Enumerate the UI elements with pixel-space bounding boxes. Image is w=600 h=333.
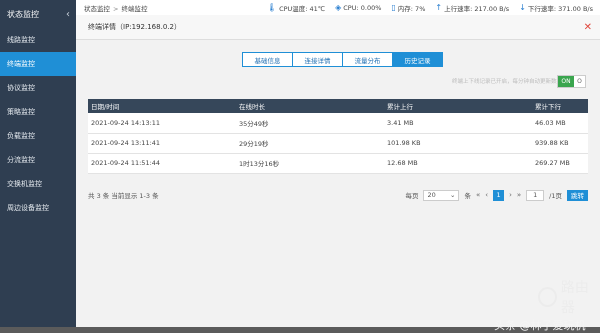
page-number-button[interactable]: 1 (493, 189, 505, 201)
breadcrumb: 状态监控 > 终端监控 (84, 4, 148, 13)
close-icon[interactable]: ✕ (584, 22, 592, 33)
page-input[interactable]: 1 (526, 189, 545, 201)
next-page-icon[interactable]: › (509, 191, 512, 199)
upload-stat: ↑ 上行速率: 217.00 B/s (435, 3, 509, 13)
history-table: 日期/时间 在线时长 累计上行 累计下行 2021-09-24 14:13:11… (88, 99, 588, 174)
pagination: 每页 20 ⌄ 条 « ‹ 1 › » 1 /1页 跳转 (405, 189, 588, 201)
per-page-value: 20 (427, 191, 436, 199)
sidebar-header[interactable]: 状态监控 ‹ (0, 0, 76, 28)
sidebar: 状态监控 ‹ 线路监控 终端监控 协议监控 策略监控 负载监控 分流监控 交换机… (0, 0, 76, 327)
go-button[interactable]: 跳转 (567, 189, 588, 201)
total-pages: /1页 (549, 192, 562, 200)
sidebar-item-label: 分流监控 (7, 156, 35, 164)
cell-duration: 29分19秒 (239, 140, 269, 148)
sidebar-item-line[interactable]: 线路监控 (0, 28, 76, 52)
cpu-value: CPU: 0.00% (343, 3, 382, 12)
arrow-up-icon: ↑ (435, 3, 443, 12)
system-stats: 🌡 CPU温度: 41℃ ◈ CPU: 0.00% ▯ 内存: 7% ↑ 上行速率: 2… (267, 3, 600, 13)
router-logo-icon (538, 287, 557, 307)
watermark-logo-text: 路由器 (560, 280, 589, 316)
cell-duration: 1时13分16秒 (239, 160, 280, 168)
toggle-off-label[interactable]: O (574, 76, 585, 87)
memory-value: 内存: 7% (397, 4, 426, 13)
top-bar: 状态监控 > 终端监控 🌡 CPU温度: 41℃ ◈ CPU: 0.00% ▯ 内存: 7… (76, 0, 600, 16)
table-footer: 共 3 条 当前显示 1-3 条 每页 20 ⌄ 条 « ‹ 1 › » 1 /… (88, 188, 588, 202)
cpu-icon: ◈ (335, 3, 342, 12)
memory-stat: ▯ 内存: 7% (391, 3, 425, 13)
upload-value: 上行速率: 217.00 B/s (444, 4, 510, 13)
sidebar-item-label: 线路监控 (7, 36, 35, 44)
tab-history[interactable]: 历史记录 (393, 52, 443, 67)
credit-watermark: 头条 @林子爱玩机 (494, 319, 586, 332)
sidebar-item-terminal[interactable]: 终端监控 (0, 52, 76, 76)
cell-download: 939.88 KB (535, 139, 569, 147)
sidebar-item-label: 策略监控 (7, 108, 35, 116)
column-header[interactable]: 累计下行 (532, 99, 588, 113)
download-value: 下行速率: 371.00 B/s (527, 4, 593, 13)
history-toggle[interactable]: ON O (557, 75, 586, 88)
cell-datetime: 2021-09-24 13:11:41 (91, 139, 161, 147)
tab-connection-details[interactable]: 连接详情 (293, 52, 343, 67)
sidebar-item-split[interactable]: 分流监控 (0, 148, 76, 172)
router-watermark: 路由器 (538, 277, 600, 317)
dialog-title: 终端详情（IP:192.168.0.2） (88, 23, 181, 31)
column-header[interactable]: 日期/时间 (88, 99, 236, 113)
chevron-down-icon: ⌄ (450, 191, 456, 199)
sidebar-item-label: 协议监控 (7, 84, 35, 92)
cell-datetime: 2021-09-24 14:13:11 (91, 118, 161, 127)
cell-datetime: 2021-09-24 11:51:44 (91, 159, 161, 167)
table-row: 2021-09-24 11:51:44 1时13分16秒 12.68 MB 26… (88, 153, 588, 173)
toggle-on-label[interactable]: ON (558, 76, 574, 87)
tab-traffic-distribution[interactable]: 流量分布 (343, 52, 393, 67)
table-header-row: 日期/时间 在线时长 累计上行 累计下行 (88, 99, 588, 113)
cell-upload: 12.68 MB (387, 159, 418, 167)
last-page-icon[interactable]: » (517, 191, 521, 199)
first-page-icon[interactable]: « (476, 191, 480, 199)
sidebar-item-protocol[interactable]: 协议监控 (0, 76, 76, 100)
per-page-label: 每页 (405, 192, 419, 200)
cpu-temp-value: CPU温度: 41℃ (279, 4, 326, 13)
breadcrumb-item: 终端监控 (121, 4, 148, 13)
sidebar-title: 状态监控 (7, 9, 39, 19)
terminal-detail-dialog: 终端详情（IP:192.168.0.2） ✕ 基础信息 连接详情 流量分布 历史… (76, 15, 600, 332)
table-row: 2021-09-24 14:13:11 35分49秒 3.41 MB 46.03… (88, 113, 588, 133)
cell-upload: 101.98 KB (387, 139, 421, 147)
sidebar-item-load[interactable]: 负载监控 (0, 124, 76, 148)
cell-download: 269.27 MB (535, 159, 570, 167)
cpu-temp-stat: 🌡 CPU温度: 41℃ (267, 3, 325, 13)
tab-bar: 基础信息 连接详情 流量分布 历史记录 (242, 52, 443, 67)
memory-icon: ▯ (391, 3, 396, 12)
per-page-unit: 条 (464, 192, 471, 200)
sidebar-item-peripheral[interactable]: 周边设备监控 (0, 196, 76, 220)
prev-page-icon[interactable]: ‹ (485, 191, 488, 199)
cell-download: 46.03 MB (535, 118, 566, 127)
record-summary: 共 3 条 当前显示 1-3 条 (88, 192, 159, 200)
sidebar-item-label: 周边设备监控 (7, 204, 49, 212)
chevron-left-icon[interactable]: ‹ (66, 9, 70, 20)
column-header[interactable]: 累计上行 (384, 99, 532, 113)
sidebar-item-label: 终端监控 (7, 60, 35, 68)
cell-duration: 35分49秒 (239, 119, 269, 128)
sidebar-item-policy[interactable]: 策略监控 (0, 100, 76, 124)
history-notice: 终端上下线记录已开启，每分钟自动更新数据 (451, 79, 562, 85)
breadcrumb-item[interactable]: 状态监控 (84, 5, 110, 13)
thermometer-icon: 🌡 (266, 3, 278, 12)
table-row: 2021-09-24 13:11:41 29分19秒 101.98 KB 939… (88, 133, 588, 153)
per-page-select[interactable]: 20 ⌄ (423, 189, 460, 201)
sidebar-item-label: 负载监控 (7, 132, 35, 140)
sidebar-item-switch[interactable]: 交换机监控 (0, 172, 76, 196)
download-stat: ↓ 下行速率: 371.00 B/s (519, 3, 593, 13)
cpu-stat: ◈ CPU: 0.00% (335, 3, 381, 12)
cell-upload: 3.41 MB (387, 118, 414, 127)
arrow-down-icon: ↓ (519, 3, 526, 12)
sidebar-item-label: 交换机监控 (7, 180, 42, 188)
column-header[interactable]: 在线时长 (236, 99, 384, 113)
dialog-header: 终端详情（IP:192.168.0.2） ✕ (76, 15, 600, 40)
tab-basic-info[interactable]: 基础信息 (242, 52, 293, 67)
